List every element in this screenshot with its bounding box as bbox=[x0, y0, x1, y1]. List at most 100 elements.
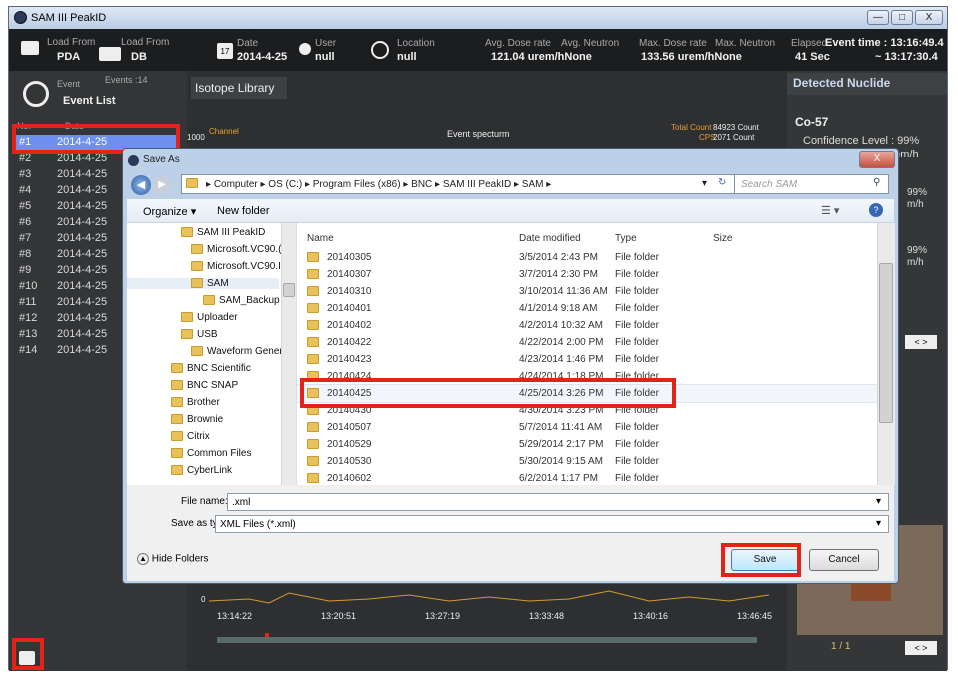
col-date-modified[interactable]: Date modified bbox=[519, 233, 581, 244]
breadcrumb-item[interactable]: SAM III PeakID bbox=[443, 179, 511, 190]
row-name: 20140401 bbox=[327, 303, 372, 314]
folder-row[interactable]: 20140530 5/30/2014 9:15 AM File folder bbox=[297, 453, 877, 470]
search-icon: ⚲ bbox=[873, 177, 881, 188]
cancel-button[interactable]: Cancel bbox=[809, 549, 879, 571]
max-dose-value: 133.56 urem/hNone bbox=[641, 51, 742, 63]
folder-icon bbox=[307, 473, 319, 483]
folder-icon bbox=[99, 47, 121, 61]
row-type: File folder bbox=[615, 303, 659, 314]
event-no: #13 bbox=[19, 328, 38, 340]
row-name: 20140307 bbox=[327, 269, 372, 280]
address-bar[interactable]: ▸ Computer ▸ OS (C:) ▸ Program Files (x8… bbox=[181, 174, 735, 194]
col-name[interactable]: Name bbox=[307, 233, 334, 244]
tree-scroll-thumb[interactable] bbox=[283, 283, 295, 297]
help-icon[interactable]: ? bbox=[869, 203, 883, 217]
close-window-button[interactable]: X bbox=[915, 10, 943, 25]
load-db-button[interactable]: Load From DB bbox=[97, 33, 181, 67]
folder-row[interactable]: 20140401 4/1/2014 9:18 AM File folder bbox=[297, 300, 877, 317]
timeline-slider[interactable] bbox=[217, 637, 757, 643]
breadcrumb-item[interactable]: OS (C:) bbox=[268, 179, 302, 190]
maximize-button[interactable]: □ bbox=[891, 10, 913, 25]
tree-scrollbar[interactable] bbox=[281, 223, 296, 485]
dialog-close-button[interactable]: X bbox=[859, 151, 895, 168]
event-date: 2014-4-25 bbox=[57, 168, 108, 180]
tree-item[interactable]: SAM bbox=[127, 278, 279, 289]
calendar-icon: 17 bbox=[217, 43, 233, 59]
folder-icon bbox=[307, 456, 319, 466]
folder-row[interactable]: 20140310 3/10/2014 11:36 AM File folder bbox=[297, 283, 877, 300]
tree-item[interactable]: CyberLink bbox=[171, 465, 232, 476]
list-scroll-thumb[interactable] bbox=[879, 263, 893, 423]
row-type: File folder bbox=[615, 269, 659, 280]
tab-isotope-library[interactable]: Isotope Library bbox=[191, 77, 287, 99]
tree-item[interactable]: BNC SNAP bbox=[171, 380, 238, 391]
collapse-icon: ▲ bbox=[137, 553, 149, 565]
event-no: #6 bbox=[19, 216, 32, 228]
folder-icon bbox=[307, 269, 319, 279]
address-dropdown-icon[interactable]: ▾ bbox=[702, 178, 707, 189]
event-no: #11 bbox=[19, 296, 37, 308]
folder-row[interactable]: 20140307 3/7/2014 2:30 PM File folder bbox=[297, 266, 877, 283]
back-button[interactable]: ◀ bbox=[131, 175, 151, 195]
pda-icon bbox=[21, 41, 39, 55]
breadcrumb-item[interactable]: SAM bbox=[522, 179, 544, 190]
file-list: Name Date modified Type Size 20140305 3/5… bbox=[297, 223, 895, 485]
tree-item[interactable]: Waveform Genera bbox=[191, 346, 288, 357]
photo-page-nav[interactable]: < > bbox=[905, 641, 937, 655]
event-date: 2014-4-25 bbox=[57, 280, 108, 292]
tree-item[interactable]: USB bbox=[181, 329, 218, 340]
tree-item[interactable]: Microsoft.VC90.I bbox=[191, 261, 281, 272]
new-folder-button[interactable]: New folder bbox=[217, 205, 270, 217]
folder-icon bbox=[191, 346, 203, 357]
event-no: #3 bbox=[19, 168, 32, 180]
folder-row[interactable]: 20140305 3/5/2014 2:43 PM File folder bbox=[297, 249, 877, 266]
tree-item[interactable]: BNC Scientific bbox=[171, 363, 251, 374]
folder-row[interactable]: 20140529 5/29/2014 2:17 PM File folder bbox=[297, 436, 877, 453]
search-box[interactable]: Search SAM ⚲ bbox=[734, 174, 889, 194]
folder-row[interactable]: 20140402 4/2/2014 10:32 AM File folder bbox=[297, 317, 877, 334]
event-no: #10 bbox=[19, 280, 38, 292]
folder-icon bbox=[191, 261, 203, 272]
slider-marker[interactable] bbox=[265, 633, 269, 637]
file-name-label: File name: bbox=[181, 496, 228, 507]
folder-row[interactable]: 20140507 5/7/2014 11:41 AM File folder bbox=[297, 419, 877, 436]
tree-item[interactable]: Uploader bbox=[181, 312, 238, 323]
row-name: 20140602 bbox=[327, 473, 372, 484]
time-tick: 13:27:19 bbox=[425, 611, 461, 621]
tree-item[interactable]: Citrix bbox=[171, 431, 210, 442]
folder-row[interactable]: 20140602 6/2/2014 1:17 PM File folder bbox=[297, 470, 877, 485]
row-name: 20140530 bbox=[327, 456, 372, 467]
file-name-input[interactable]: .xml ▾ bbox=[227, 493, 889, 511]
hide-folders-button[interactable]: ▲ Hide Folders bbox=[137, 553, 227, 571]
breadcrumb-item[interactable]: Program Files (x86) bbox=[313, 179, 401, 190]
row-name: 20140507 bbox=[327, 422, 372, 433]
folder-icon bbox=[171, 431, 183, 442]
app-logo-icon bbox=[14, 11, 27, 24]
event-list-title: Event List bbox=[63, 95, 116, 107]
folder-icon bbox=[171, 448, 183, 459]
forward-button[interactable]: ▶ bbox=[153, 176, 171, 194]
tree-item[interactable]: Brother bbox=[171, 397, 220, 408]
tree-item[interactable]: Common Files bbox=[171, 448, 251, 459]
time-tick: 13:14:22 bbox=[217, 611, 253, 621]
save-type-select[interactable]: XML Files (*.xml) ▾ bbox=[215, 515, 889, 533]
breadcrumb-item[interactable]: Computer bbox=[214, 179, 258, 190]
row-name: 20140402 bbox=[327, 320, 372, 331]
folder-row[interactable]: 20140423 4/23/2014 1:46 PM File folder bbox=[297, 351, 877, 368]
command-bar: Organize ▾ New folder ☰ ▾ ? bbox=[127, 199, 894, 223]
col-size[interactable]: Size bbox=[713, 233, 732, 244]
folder-icon bbox=[186, 178, 198, 188]
refresh-icon[interactable]: ↻ bbox=[718, 177, 726, 188]
organize-button[interactable]: Organize ▾ bbox=[143, 205, 196, 218]
breadcrumb-item[interactable]: BNC bbox=[411, 179, 432, 190]
col-type[interactable]: Type bbox=[615, 233, 637, 244]
view-options-icon[interactable]: ☰ ▾ bbox=[821, 204, 839, 217]
minimize-button[interactable]: — bbox=[867, 10, 889, 25]
event-date: 2014-4-25 bbox=[57, 328, 108, 340]
tree-item[interactable]: SAM_Backup bbox=[203, 295, 280, 306]
tree-item[interactable]: Brownie bbox=[171, 414, 223, 425]
folder-row[interactable]: 20140422 4/22/2014 2:00 PM File folder bbox=[297, 334, 877, 351]
tree-item[interactable]: SAM III PeakID bbox=[181, 227, 265, 238]
tree-item[interactable]: Microsoft.VC90.( bbox=[191, 244, 281, 255]
nuclide-page-nav[interactable]: < > bbox=[905, 335, 937, 349]
